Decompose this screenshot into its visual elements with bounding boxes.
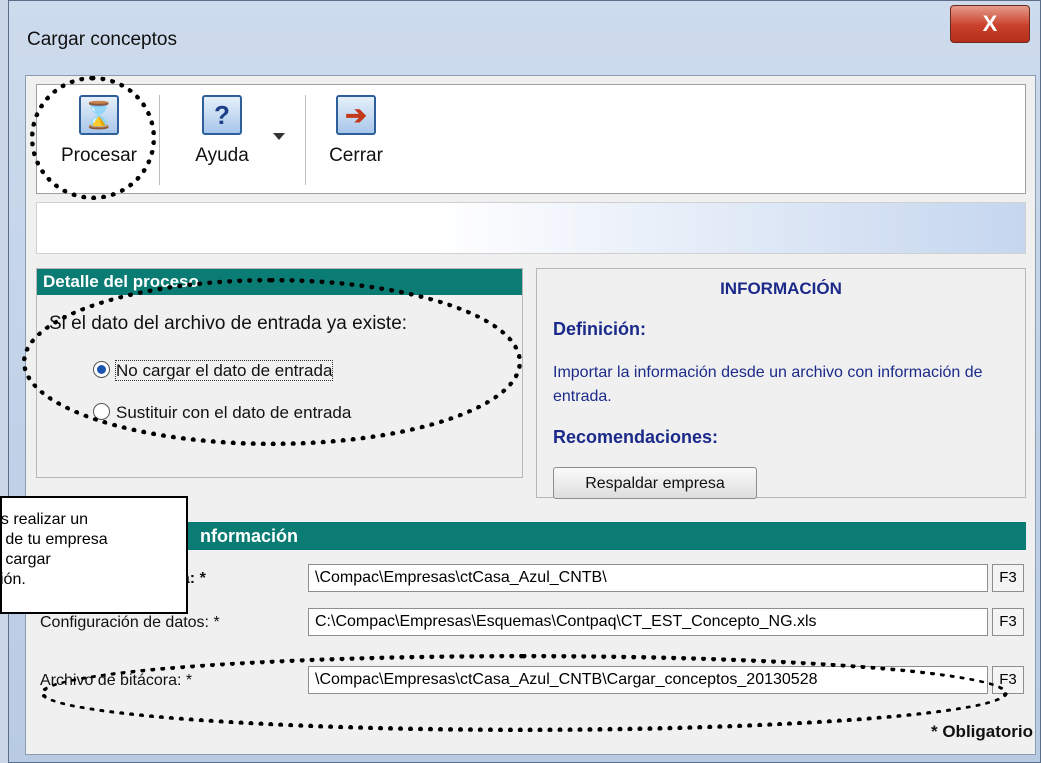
callout-line: es realizar un <box>0 511 89 528</box>
ayuda-dropdown-arrow-icon[interactable] <box>273 133 285 140</box>
informacion-panel: INFORMACIÓN Definición: Importar la info… <box>536 268 1026 499</box>
ayuda-label: Ayuda <box>195 145 249 166</box>
ruta-entrada-f3-button[interactable]: F3 <box>992 564 1024 592</box>
highlight-ellipse-bitacora <box>40 654 1008 732</box>
close-window-button[interactable]: X <box>950 5 1030 43</box>
callout-line: ción. <box>0 571 26 588</box>
definicion-label: Definición: <box>553 319 646 339</box>
info-header: INFORMACIÓN <box>720 279 842 298</box>
callout-line: e cargar <box>2 551 51 568</box>
progress-bar <box>36 202 1026 254</box>
highlight-ellipse-options <box>22 278 522 446</box>
cerrar-label: Cerrar <box>329 145 383 166</box>
ayuda-button[interactable]: ? Ayuda <box>177 95 267 187</box>
exit-door-icon: ➔ <box>336 95 376 135</box>
recomendaciones-label: Recomendaciones: <box>553 427 719 447</box>
window-title: Cargar conceptos <box>27 29 177 50</box>
toolbar-separator <box>305 95 306 185</box>
callout-line: o de tu empresa <box>0 531 108 548</box>
highlight-ellipse-procesar <box>30 76 156 200</box>
toolbar-separator <box>159 95 160 185</box>
cerrar-button[interactable]: ➔ Cerrar <box>321 95 391 187</box>
configuracion-input[interactable]: C:\Compac\Empresas\Esquemas\Contpaq\CT_E… <box>308 608 988 636</box>
toolbar: ⌛ Procesar ? Ayuda ➔ Cerrar <box>36 84 1026 194</box>
help-icon: ? <box>202 95 242 135</box>
obligatorio-note: * Obligatorio <box>931 722 1033 741</box>
title-bar: Cargar conceptos X <box>9 1 1040 71</box>
respaldar-empresa-button[interactable]: Respaldar empresa <box>553 467 757 499</box>
tooltip-callout: es realizar un o de tu empresa e cargar … <box>0 496 188 614</box>
ruta-entrada-input[interactable]: \Compac\Empresas\ctCasa_Azul_CNTB\ <box>308 564 988 592</box>
close-icon: X <box>982 11 998 36</box>
definicion-text: Importar la información desde un archivo… <box>553 364 983 405</box>
configuracion-label: Configuración de datos: * <box>40 614 220 631</box>
configuracion-f3-button[interactable]: F3 <box>992 608 1024 636</box>
